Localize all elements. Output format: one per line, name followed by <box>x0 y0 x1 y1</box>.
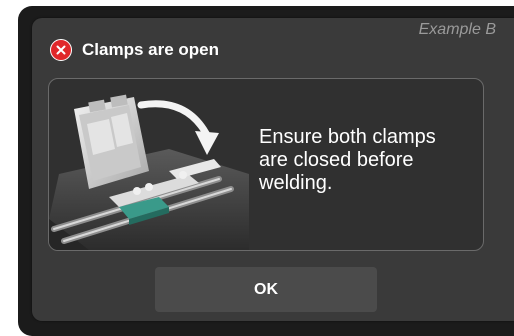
dialog-message: Ensure both clamps are closed before wel… <box>259 126 436 194</box>
dialog-header: Clamps are open <box>50 39 219 61</box>
ok-button[interactable]: OK <box>155 267 377 312</box>
alert-dialog: Example B Clamps are open Ensure both cl… <box>32 18 514 321</box>
dialog-title: Clamps are open <box>82 40 219 59</box>
error-icon <box>50 39 72 61</box>
example-label: Example B <box>418 21 496 38</box>
clamp-illustration <box>49 94 249 250</box>
message-panel: Ensure both clamps are closed before wel… <box>48 78 484 251</box>
